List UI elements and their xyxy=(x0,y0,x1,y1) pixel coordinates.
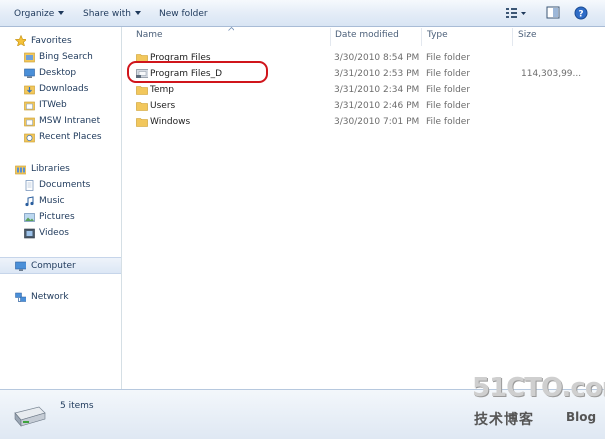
sidebar-item-label: MSW Intranet xyxy=(39,116,101,126)
sidebar-network[interactable]: Network xyxy=(0,289,121,305)
column-header-date-modified[interactable]: Date modified xyxy=(335,27,399,44)
organize-label: Organize xyxy=(14,9,55,19)
new-folder-label: New folder xyxy=(159,9,208,19)
file-type: File folder xyxy=(426,101,471,111)
watermark-subtitle: 技术博客 xyxy=(474,412,534,428)
videos-icon xyxy=(24,228,35,239)
sidebar-item-music[interactable]: Music xyxy=(0,193,121,209)
table-row[interactable]: Users 3/31/2010 2:46 PM File folder xyxy=(122,98,605,114)
sidebar-item-label: Bing Search xyxy=(39,52,93,62)
column-header-type[interactable]: Type xyxy=(427,27,448,44)
file-type: File folder xyxy=(426,85,471,95)
sidebar-item-documents[interactable]: Documents xyxy=(0,177,121,193)
new-folder-button[interactable]: New folder xyxy=(159,7,208,21)
file-name: Windows xyxy=(150,117,191,127)
file-size: 114,303,99... xyxy=(521,69,582,79)
sidebar-item-label: ITWeb xyxy=(39,100,67,110)
organize-button[interactable]: Organize xyxy=(14,7,65,21)
column-header-size[interactable]: Size xyxy=(518,27,536,44)
sidebar-favorites[interactable]: Favorites xyxy=(0,33,121,49)
column-divider[interactable] xyxy=(421,28,422,46)
folder-icon xyxy=(136,118,148,127)
column-header-name[interactable]: Name xyxy=(136,27,163,44)
sidebar-item-bing-search[interactable]: Bing Search xyxy=(0,49,121,65)
sidebar-item-label: Downloads xyxy=(39,84,89,94)
file-type: File folder xyxy=(426,53,471,63)
share-with-label: Share with xyxy=(83,9,131,19)
sidebar-favorites-label: Favorites xyxy=(31,36,72,46)
file-date-modified: 3/31/2010 2:53 PM xyxy=(334,69,420,79)
pictures-icon xyxy=(24,213,35,222)
sidebar-item-label: Desktop xyxy=(39,68,77,78)
watermark: 51CTO.com 技术博客 Blog xyxy=(472,373,605,433)
svg-text:?: ? xyxy=(578,10,583,20)
file-type: File folder xyxy=(426,117,471,127)
annotation-circle xyxy=(127,61,268,83)
help-icon[interactable]: ? xyxy=(574,6,588,20)
sidebar-item-label: Videos xyxy=(39,228,69,238)
sidebar-item-label: Music xyxy=(39,196,65,206)
column-divider[interactable] xyxy=(512,28,513,46)
file-type: File folder xyxy=(426,69,471,79)
sort-ascending-icon xyxy=(228,27,234,31)
sidebar-item-label: Pictures xyxy=(39,212,75,222)
folder-icon xyxy=(136,86,148,95)
sidebar-item-desktop[interactable]: Desktop xyxy=(0,65,121,81)
sidebar-libraries[interactable]: Libraries xyxy=(0,161,121,177)
libraries-icon xyxy=(15,165,26,175)
navigation-pane: Favorites Bing Search Desktop Downloads … xyxy=(0,27,122,389)
star-icon xyxy=(15,35,26,46)
sidebar-computer[interactable]: Computer xyxy=(0,257,121,274)
table-row[interactable]: Temp 3/31/2010 2:34 PM File folder xyxy=(122,82,605,98)
sidebar-computer-label: Computer xyxy=(31,261,76,271)
downloads-icon xyxy=(24,85,35,95)
file-name: Users xyxy=(150,101,176,111)
recent-places-icon xyxy=(24,133,35,143)
music-icon xyxy=(25,196,34,207)
file-date-modified: 3/31/2010 2:46 PM xyxy=(334,101,420,111)
desktop-icon xyxy=(24,68,35,78)
column-divider[interactable] xyxy=(330,28,331,46)
table-row[interactable]: Windows 3/30/2010 7:01 PM File folder xyxy=(122,114,605,130)
sidebar-item-recent-places[interactable]: Recent Places xyxy=(0,129,121,145)
sidebar-item-label: Recent Places xyxy=(39,132,102,142)
documents-icon xyxy=(25,180,34,191)
file-name: Temp xyxy=(150,85,174,95)
sidebar-item-label: Documents xyxy=(39,180,91,190)
chevron-down-icon xyxy=(58,11,65,15)
folder-icon xyxy=(136,102,148,111)
computer-icon xyxy=(15,261,26,271)
sidebar-item-pictures[interactable]: Pictures xyxy=(0,209,121,225)
sidebar-item-msw-intranet[interactable]: MSW Intranet xyxy=(0,113,121,129)
preview-pane-icon[interactable] xyxy=(546,6,560,20)
share-with-button[interactable]: Share with xyxy=(83,7,141,21)
file-date-modified: 3/30/2010 7:01 PM xyxy=(334,117,420,127)
item-count: 5 items xyxy=(60,401,94,411)
watermark-logo: 51CTO.com xyxy=(472,373,605,403)
folder-icon xyxy=(24,117,35,127)
chevron-down-icon xyxy=(134,11,141,15)
file-date-modified: 3/30/2010 8:54 PM xyxy=(334,53,420,63)
command-bar: Organize Share with New folder ? xyxy=(0,0,605,27)
drive-icon xyxy=(14,406,46,427)
sidebar-libraries-label: Libraries xyxy=(31,164,70,174)
sidebar-item-itweb[interactable]: ITWeb xyxy=(0,97,121,113)
bing-icon xyxy=(24,52,35,63)
sidebar-item-videos[interactable]: Videos xyxy=(0,225,121,241)
watermark-blog: Blog xyxy=(566,410,597,424)
sidebar-network-label: Network xyxy=(31,292,69,302)
file-date-modified: 3/31/2010 2:34 PM xyxy=(334,85,420,95)
folder-icon xyxy=(24,101,35,111)
sidebar-item-downloads[interactable]: Downloads xyxy=(0,81,121,97)
view-options-icon[interactable] xyxy=(505,6,527,20)
network-icon xyxy=(15,292,26,302)
